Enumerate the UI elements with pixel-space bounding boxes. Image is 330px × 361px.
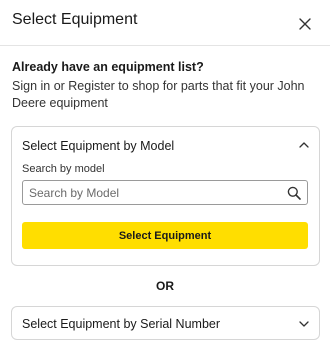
sign-in-prompt: Sign in or Register to shop for parts th…: [12, 79, 305, 110]
close-button[interactable]: [293, 12, 317, 36]
select-by-serial-toggle[interactable]: Select Equipment by Serial Number: [22, 317, 220, 331]
search-icon: [287, 186, 301, 200]
select-by-model-toggle[interactable]: Select Equipment by Model: [22, 139, 174, 153]
search-by-model-input[interactable]: [23, 181, 279, 204]
collapse-model-button[interactable]: [297, 138, 311, 152]
select-equipment-button[interactable]: Select Equipment: [22, 222, 308, 249]
search-by-model-box: [22, 180, 308, 205]
select-by-serial-panel[interactable]: Select Equipment by Serial Number: [11, 306, 320, 340]
search-button[interactable]: [285, 184, 303, 202]
close-icon: [299, 18, 311, 30]
chevron-down-icon: [299, 321, 309, 327]
header-divider: [0, 45, 330, 46]
equipment-list-heading: Already have an equipment list?: [12, 60, 204, 74]
select-by-model-panel: Select Equipment by Model Search by mode…: [11, 126, 320, 266]
or-separator: OR: [156, 279, 174, 293]
expand-serial-button[interactable]: [297, 317, 311, 331]
dialog-title: Select Equipment: [12, 11, 138, 28]
dialog-header: Select Equipment: [0, 0, 330, 46]
chevron-up-icon: [299, 142, 309, 148]
search-by-model-label: Search by model: [22, 163, 105, 175]
